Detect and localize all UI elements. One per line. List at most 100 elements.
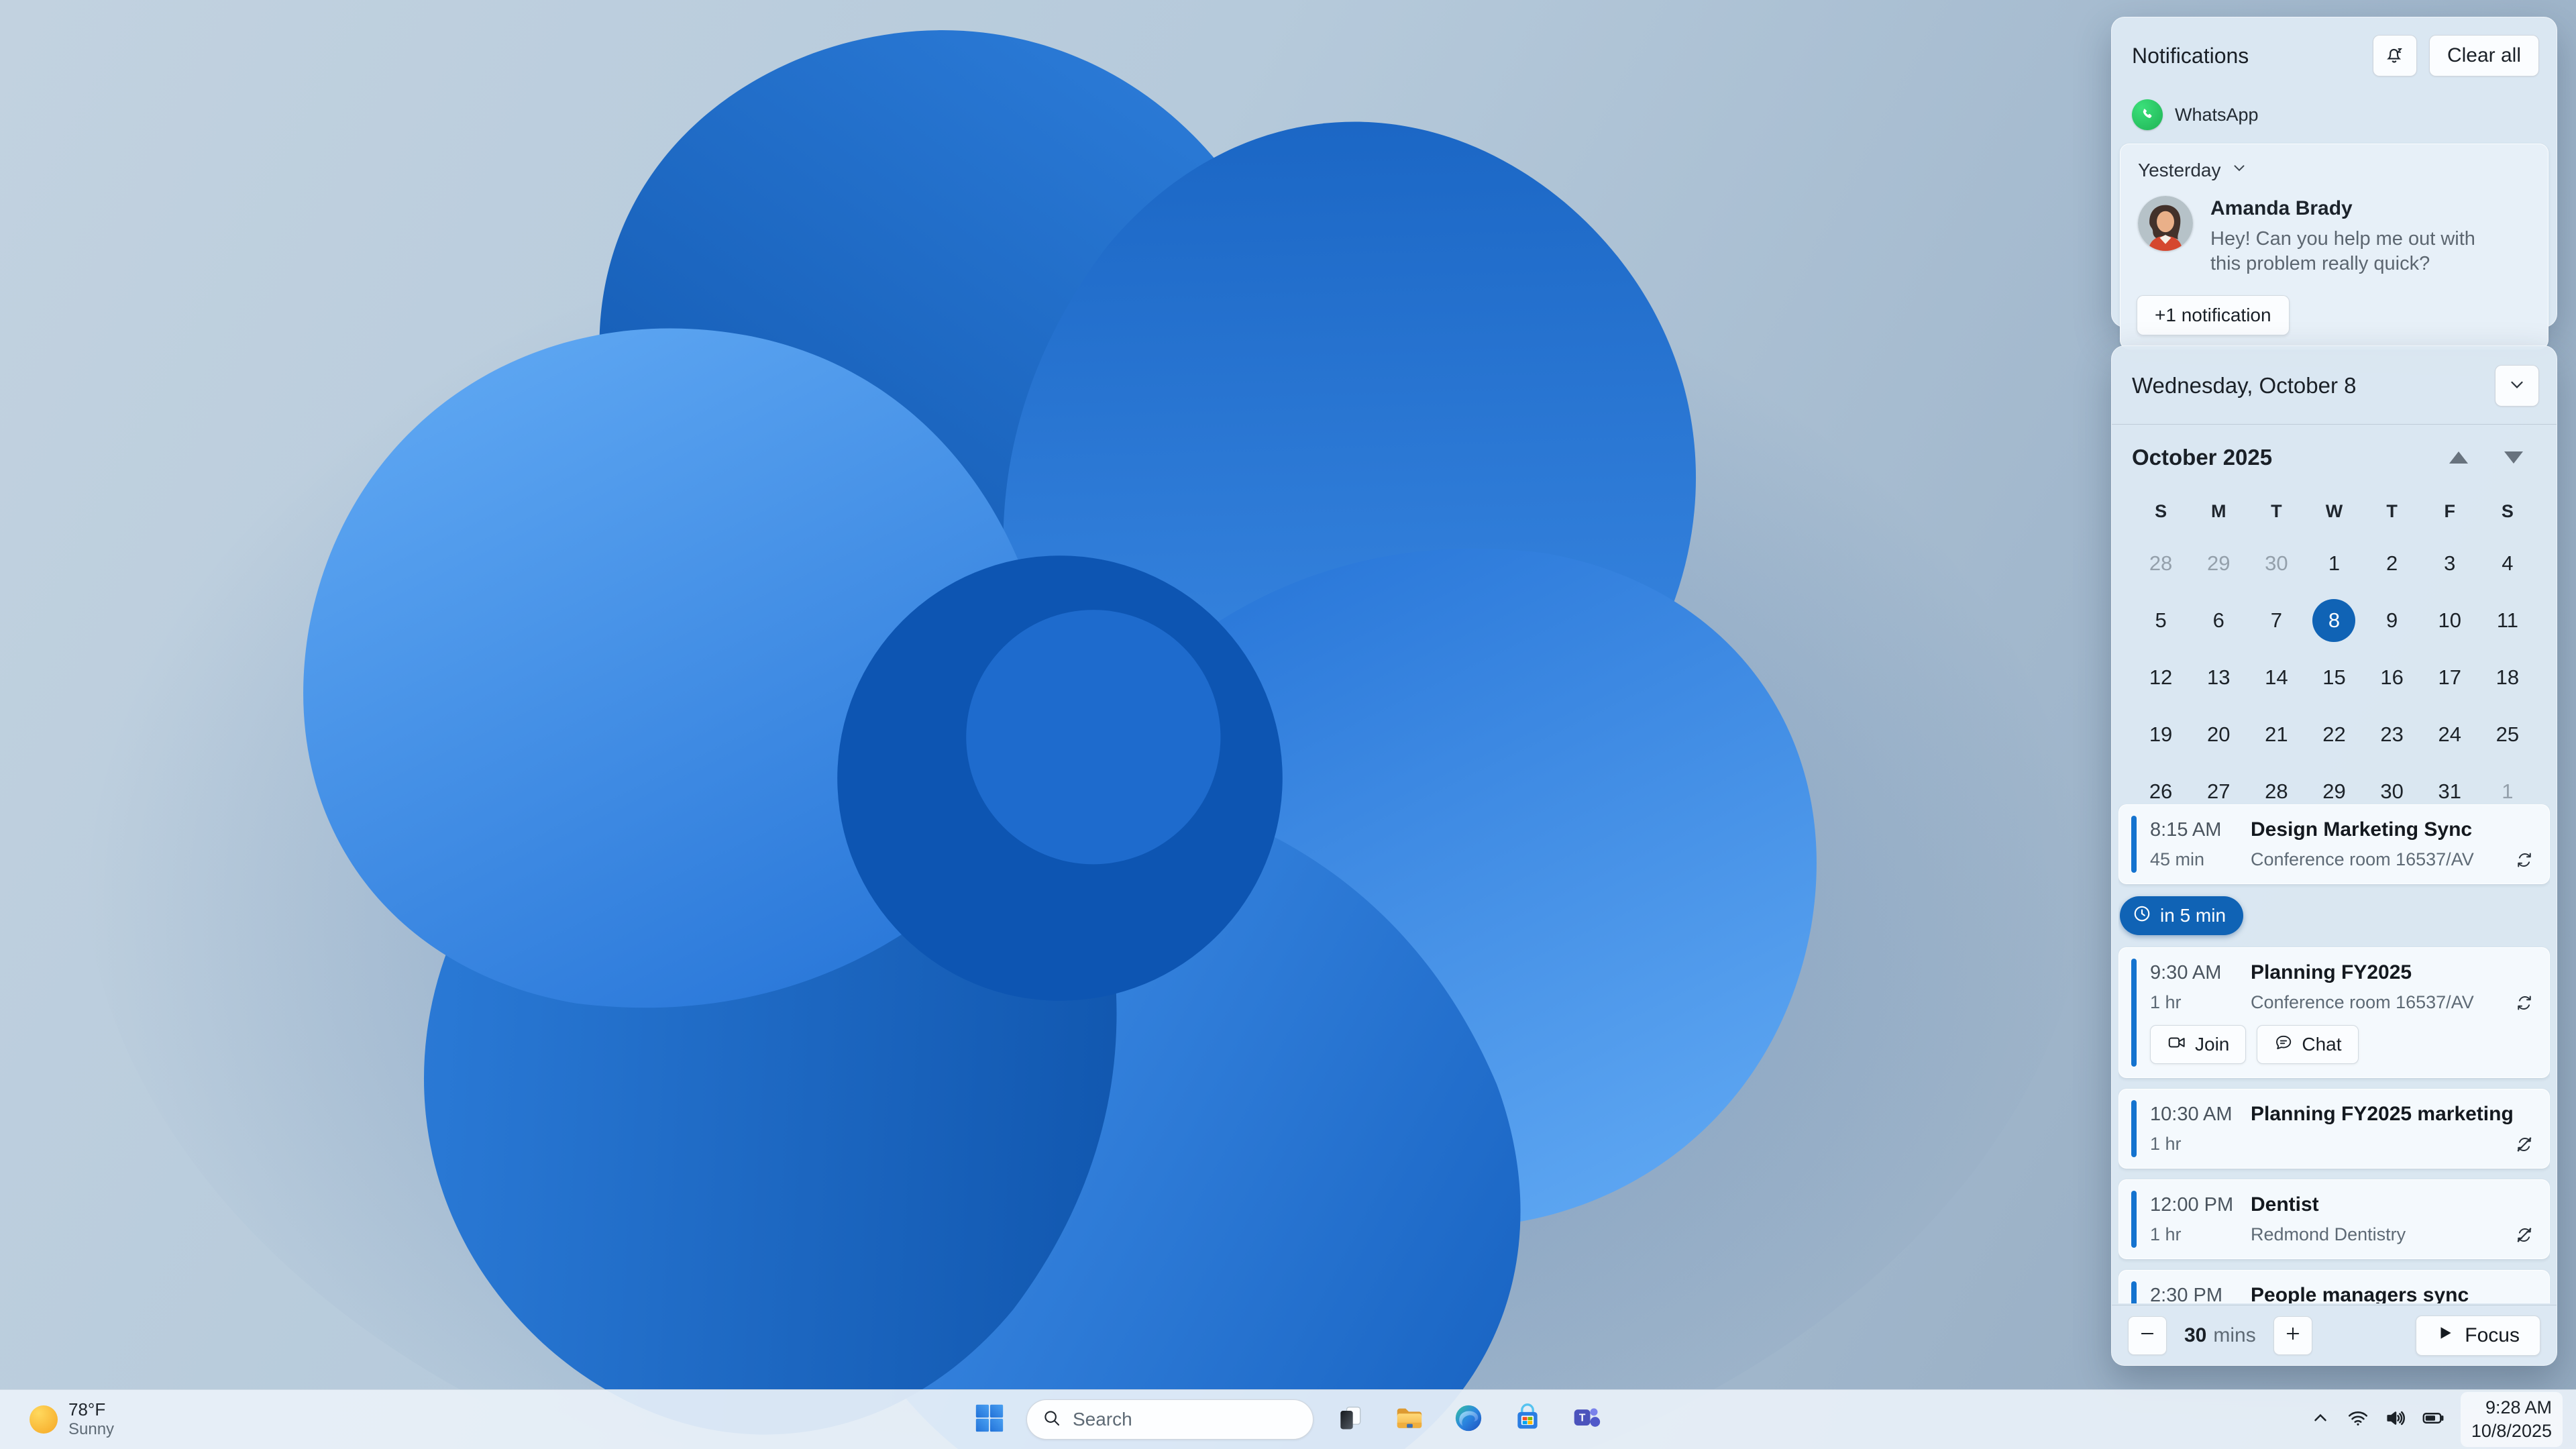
event-title: Design Marketing Sync — [2251, 818, 2473, 841]
calendar-prev-month-button[interactable] — [2443, 445, 2475, 470]
calendar-month-row: October 2025 — [2112, 425, 2557, 470]
focus-increase-button[interactable] — [2273, 1316, 2312, 1355]
calendar-day-10[interactable]: 10 — [2421, 592, 2479, 649]
reminder-label: in 5 min — [2160, 905, 2226, 926]
calendar-day-4[interactable]: 4 — [2479, 535, 2536, 592]
event-title: Planning FY2025 marketing — [2251, 1103, 2514, 1125]
event-title: Planning FY2025 — [2251, 961, 2412, 983]
recurrence-off-icon — [2514, 1134, 2534, 1155]
calendar-day-8[interactable]: 8 — [2305, 592, 2363, 649]
calendar-day-5[interactable]: 5 — [2132, 592, 2190, 649]
search-input[interactable] — [1071, 1408, 1316, 1431]
calendar-day-18[interactable]: 18 — [2479, 649, 2536, 706]
start-button[interactable] — [967, 1397, 1012, 1442]
agenda-event-card[interactable]: 8:15 AM Design Marketing Sync 45 min Confer… — [2118, 804, 2550, 884]
chevron-up-icon — [2310, 1408, 2330, 1432]
event-accent-bar — [2131, 1191, 2137, 1248]
tray-overflow-button[interactable] — [2305, 1404, 2336, 1435]
calendar-day-25[interactable]: 25 — [2479, 706, 2536, 763]
wifi-button[interactable] — [2343, 1404, 2373, 1435]
calendar-collapse-button[interactable] — [2495, 365, 2539, 407]
minus-icon — [2138, 1324, 2157, 1346]
calendar-day-11[interactable]: 11 — [2479, 592, 2536, 649]
join-button[interactable]: Join — [2150, 1025, 2247, 1064]
calendar-day-16[interactable]: 16 — [2363, 649, 2421, 706]
calendar-day-2[interactable]: 2 — [2363, 535, 2421, 592]
chat-label: Chat — [2302, 1034, 2342, 1055]
edge-browser-button[interactable] — [1446, 1397, 1491, 1442]
event-time: 9:30 AM — [2150, 962, 2222, 983]
tray-clock[interactable]: 9:28 AM 10/8/2025 — [2460, 1391, 2563, 1448]
bell-snooze-icon — [2383, 43, 2406, 69]
notification-group-header[interactable]: Yesterday — [2135, 156, 2533, 192]
calendar-next-month-button[interactable] — [2498, 445, 2530, 470]
calendar-day-1[interactable]: 1 — [2305, 535, 2363, 592]
event-duration: 1 hr — [2150, 1224, 2182, 1244]
battery-button[interactable] — [2418, 1404, 2449, 1435]
weather-widget[interactable]: 78°F Sunny — [20, 1390, 123, 1449]
agenda-event-card[interactable]: 10:30 AM Planning FY2025 marketing 1 hr — [2118, 1089, 2550, 1169]
agenda-event-card[interactable]: 2:30 PM People managers sync — [2118, 1270, 2550, 1303]
calendar-day-14[interactable]: 14 — [2247, 649, 2305, 706]
do-not-disturb-button[interactable] — [2372, 35, 2417, 76]
notification-item[interactable]: Amanda Brady Hey! Can you help me out wi… — [2135, 192, 2533, 280]
speaker-icon — [2384, 1407, 2407, 1433]
plus-icon — [2284, 1324, 2302, 1346]
clear-all-label: Clear all — [2447, 44, 2521, 66]
calendar-day-17[interactable]: 17 — [2421, 649, 2479, 706]
file-explorer-button[interactable] — [1387, 1397, 1432, 1442]
wifi-icon — [2347, 1407, 2369, 1433]
agenda-event-card[interactable]: 9:30 AM Planning FY2025 1 hr Conference roo… — [2118, 947, 2550, 1078]
event-time: 12:00 PM — [2150, 1194, 2234, 1216]
calendar-day-22[interactable]: 22 — [2305, 706, 2363, 763]
notification-app-name: WhatsApp — [2175, 104, 2259, 125]
agenda-list: 8:15 AM Design Marketing Sync 45 min Confer… — [2118, 804, 2550, 1303]
more-notifications-label: +1 notification — [2155, 305, 2271, 326]
join-label: Join — [2195, 1034, 2230, 1055]
focus-decrease-button[interactable] — [2128, 1316, 2167, 1355]
triangle-down-icon — [2504, 451, 2523, 464]
chevron-down-icon — [2507, 374, 2527, 398]
calendar-day-24[interactable]: 24 — [2421, 706, 2479, 763]
calendar-day-20[interactable]: 20 — [2190, 706, 2247, 763]
notification-text: Amanda Brady Hey! Can you help me out wi… — [2210, 196, 2499, 276]
calendar-day-19[interactable]: 19 — [2132, 706, 2190, 763]
calendar-day-of-week-4: T — [2386, 500, 2398, 521]
edge-icon — [1453, 1403, 1484, 1437]
focus-duration-value: 30 — [2184, 1324, 2207, 1346]
search-icon — [1042, 1408, 1062, 1432]
whatsapp-icon — [2132, 99, 2163, 130]
calendar-day-6[interactable]: 6 — [2190, 592, 2247, 649]
chat-button[interactable]: Chat — [2257, 1025, 2359, 1064]
calendar-day-23[interactable]: 23 — [2363, 706, 2421, 763]
calendar-day-12[interactable]: 12 — [2132, 649, 2190, 706]
calendar-day-21[interactable]: 21 — [2247, 706, 2305, 763]
agenda-event-card[interactable]: 12:00 PM Dentist 1 hr Redmond Dentistry — [2118, 1179, 2550, 1259]
clear-all-button[interactable]: Clear all — [2428, 35, 2539, 76]
notification-sender: Amanda Brady — [2210, 197, 2353, 219]
calendar-day-30-adjacent[interactable]: 30 — [2247, 535, 2305, 592]
calendar-day-28-adjacent[interactable]: 28 — [2132, 535, 2190, 592]
taskbar-search-box[interactable] — [1026, 1399, 1316, 1440]
event-title: Dentist — [2251, 1193, 2319, 1216]
notification-center-panel: Notifications Clear all WhatsApp Yesterd… — [2111, 17, 2557, 350]
microsoft-store-button[interactable] — [1505, 1397, 1550, 1442]
event-accent-bar — [2131, 959, 2137, 1067]
notifications-title: Notifications — [2132, 43, 2249, 68]
calendar-day-15[interactable]: 15 — [2305, 649, 2363, 706]
more-notifications-button[interactable]: +1 notification — [2137, 295, 2290, 336]
teams-button[interactable]: T — [1564, 1397, 1609, 1442]
volume-button[interactable] — [2380, 1404, 2411, 1435]
taskbar: 78°F Sunny Search T 9:28 AM 10/8/2025 — [0, 1389, 2576, 1449]
calendar-day-13[interactable]: 13 — [2190, 649, 2247, 706]
calendar-day-9[interactable]: 9 — [2363, 592, 2421, 649]
focus-duration-unit: mins — [2213, 1324, 2256, 1346]
calendar-day-29-adjacent[interactable]: 29 — [2190, 535, 2247, 592]
calendar-day-7[interactable]: 7 — [2247, 592, 2305, 649]
notification-group-card[interactable]: Yesterday Amanda Brady Hey! Can you help… — [2120, 144, 2548, 350]
focus-start-button[interactable]: Focus — [2416, 1315, 2540, 1356]
task-view-button[interactable] — [1328, 1397, 1373, 1442]
calendar-day-of-week-3: W — [2325, 500, 2343, 521]
taskbar-center: T — [967, 1397, 1609, 1442]
calendar-day-3[interactable]: 3 — [2421, 535, 2479, 592]
